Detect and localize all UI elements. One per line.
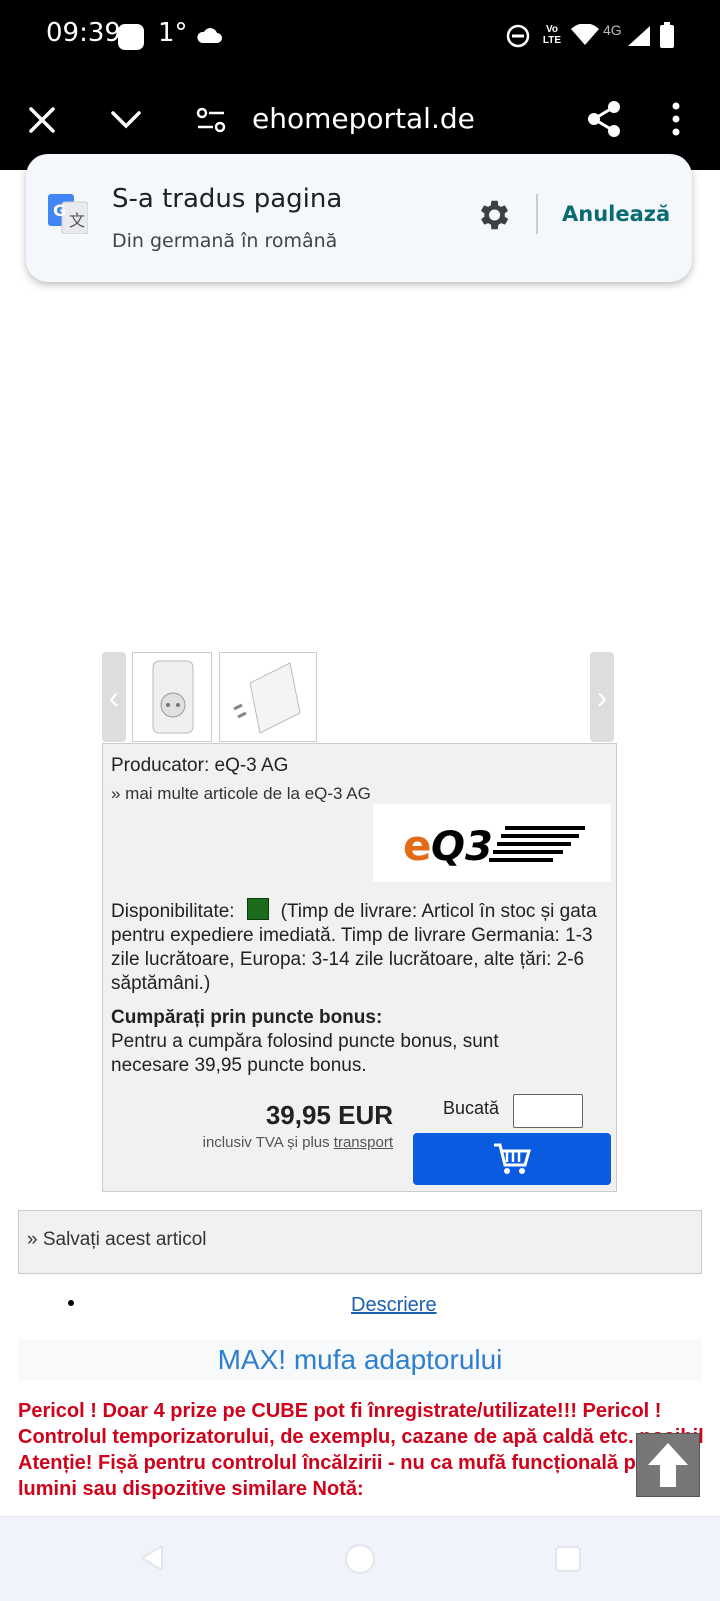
status-time: 09:39 <box>46 18 121 48</box>
cloud-icon <box>197 28 222 43</box>
battery-icon <box>660 22 674 48</box>
socket-adapter-front-image <box>152 660 194 734</box>
product-heading: MAX! mufa adaptorului <box>18 1340 702 1380</box>
divider <box>536 194 538 234</box>
product-info-box: Producator: eQ-3 AG » mai multe articole… <box>102 743 617 1192</box>
svg-text:文: 文 <box>69 211 85 230</box>
back-icon[interactable] <box>138 1543 166 1573</box>
product-thumbnail-2[interactable] <box>219 652 317 742</box>
translation-banner: G文 S-a tradus pagina Din germană în româ… <box>26 154 692 282</box>
quantity-input[interactable] <box>513 1094 583 1128</box>
do-not-disturb-icon <box>506 24 530 48</box>
status-bar: 09:39 1° Vo LTE 4G <box>0 0 720 72</box>
site-settings-icon[interactable] <box>196 106 226 134</box>
share-icon[interactable] <box>586 100 622 138</box>
arrow-up-icon <box>648 1443 688 1487</box>
next-image-button[interactable]: › <box>590 652 614 742</box>
close-icon[interactable] <box>28 106 56 134</box>
vat-note: inclusiv TVA și plus transport <box>103 1134 393 1151</box>
chevron-down-icon[interactable] <box>110 110 142 130</box>
recents-icon[interactable] <box>554 1545 582 1573</box>
shipping-link[interactable]: transport <box>334 1134 393 1151</box>
svg-text:Q3: Q3 <box>431 824 493 870</box>
network-type-label: 4G <box>603 22 622 38</box>
manufacturer-label: Producator: eQ-3 AG <box>111 755 289 776</box>
prev-image-button[interactable]: ‹ <box>102 652 126 742</box>
home-icon[interactable] <box>344 1543 376 1575</box>
product-price: 39,95 EUR <box>265 1100 393 1130</box>
signal-icon <box>628 26 650 46</box>
more-options-icon[interactable] <box>672 102 680 136</box>
volte-icon: Vo LTE <box>542 24 562 46</box>
in-stock-indicator <box>246 898 269 920</box>
more-articles-link[interactable]: » mai multe articole de la eQ-3 AG <box>111 784 371 804</box>
translation-subtitle: Din germană în română <box>112 230 338 252</box>
vat-text: inclusiv TVA și plus <box>202 1134 330 1151</box>
eq3-logo[interactable]: e Q3 <box>373 804 611 882</box>
save-article-bar[interactable]: » Salvați acest articol <box>18 1210 702 1274</box>
shopping-cart-icon <box>494 1143 531 1174</box>
status-temperature: 1° <box>158 18 188 48</box>
system-navigation-bar <box>0 1516 720 1601</box>
quantity-label: Bucată <box>443 1098 500 1118</box>
google-translate-icon: G文 <box>48 194 88 234</box>
availability-label: Disponibilitate: <box>111 901 235 922</box>
scroll-to-top-button[interactable] <box>636 1433 700 1497</box>
warning-text: Pericol ! Doar 4 prize pe CUBE pot fi în… <box>18 1400 704 1500</box>
socket-adapter-side-image <box>233 662 301 734</box>
bonus-text: Pentru a cumpăra folosind puncte bonus, … <box>111 1031 499 1076</box>
product-thumbnail-1[interactable] <box>132 652 212 742</box>
save-article-link[interactable]: » Salvați acest articol <box>27 1229 207 1251</box>
translation-title: S-a tradus pagina <box>112 184 343 214</box>
add-to-cart-button[interactable] <box>413 1133 611 1185</box>
cancel-translation-button[interactable]: Anulează <box>562 202 670 226</box>
wifi-icon <box>571 24 599 45</box>
description-link[interactable]: Descriere <box>351 1294 437 1317</box>
url-text[interactable]: ehomeportal.de <box>252 102 475 135</box>
list-bullet <box>68 1300 74 1306</box>
app-notification-icon <box>118 24 144 50</box>
svg-text:e: e <box>403 821 432 870</box>
bonus-title: Cumpărați prin puncte bonus: <box>111 1007 383 1028</box>
availability-section: Disponibilitate: (Timp de livrare: Artico… <box>111 898 607 996</box>
gear-icon[interactable] <box>474 196 512 234</box>
svg-text:G: G <box>53 201 66 220</box>
